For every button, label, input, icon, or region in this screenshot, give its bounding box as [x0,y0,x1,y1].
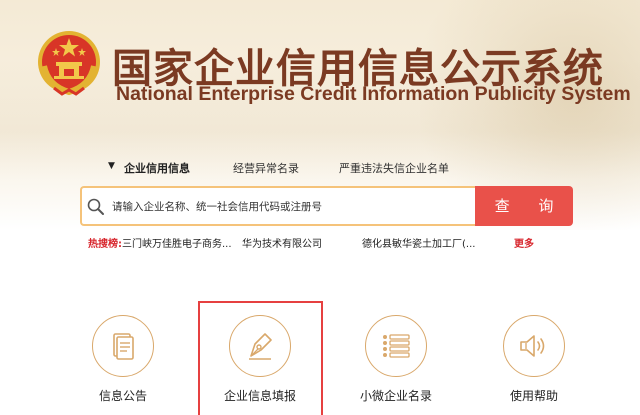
hot-search-item[interactable]: 三门峡万佳胜电子商务... [122,235,232,250]
national-emblem-icon [38,31,100,96]
caret-down-icon: ▼ [108,161,115,171]
service-micro-enterprise-directory[interactable] [365,315,427,377]
service-announcements[interactable] [92,315,154,377]
highlight-annotation [198,301,323,415]
search-icon [87,198,104,215]
hot-search-more-link[interactable]: 更多 [514,235,534,250]
tab-abnormal-operations[interactable]: 经营异常名录 [233,160,299,176]
service-label: 小微企业名录 [360,389,433,403]
service-label: 信息公告 [99,389,148,403]
service-help[interactable] [503,315,565,377]
hot-search-label: 热搜榜: [88,239,122,250]
tab-enterprise-credit[interactable]: 企业信用信息 [124,160,190,176]
search-input[interactable] [112,199,462,215]
search-button[interactable]: 查 询 [475,186,573,226]
service-label: 使用帮助 [510,389,559,403]
document-icon [113,333,134,360]
hot-search-item[interactable]: 德化县敏华瓷土加工厂(... [362,235,475,250]
list-icon [383,334,410,358]
speaker-icon [520,335,545,357]
hot-search-item[interactable]: 华为技术有限公司 [242,235,322,250]
search-tabs: ▼ 企业信用信息 经营异常名录 严重违法失信企业名单 [0,160,640,178]
site-title-english: National Enterprise Credit Information P… [116,83,631,105]
tab-serious-violations[interactable]: 严重违法失信企业名单 [339,160,449,176]
